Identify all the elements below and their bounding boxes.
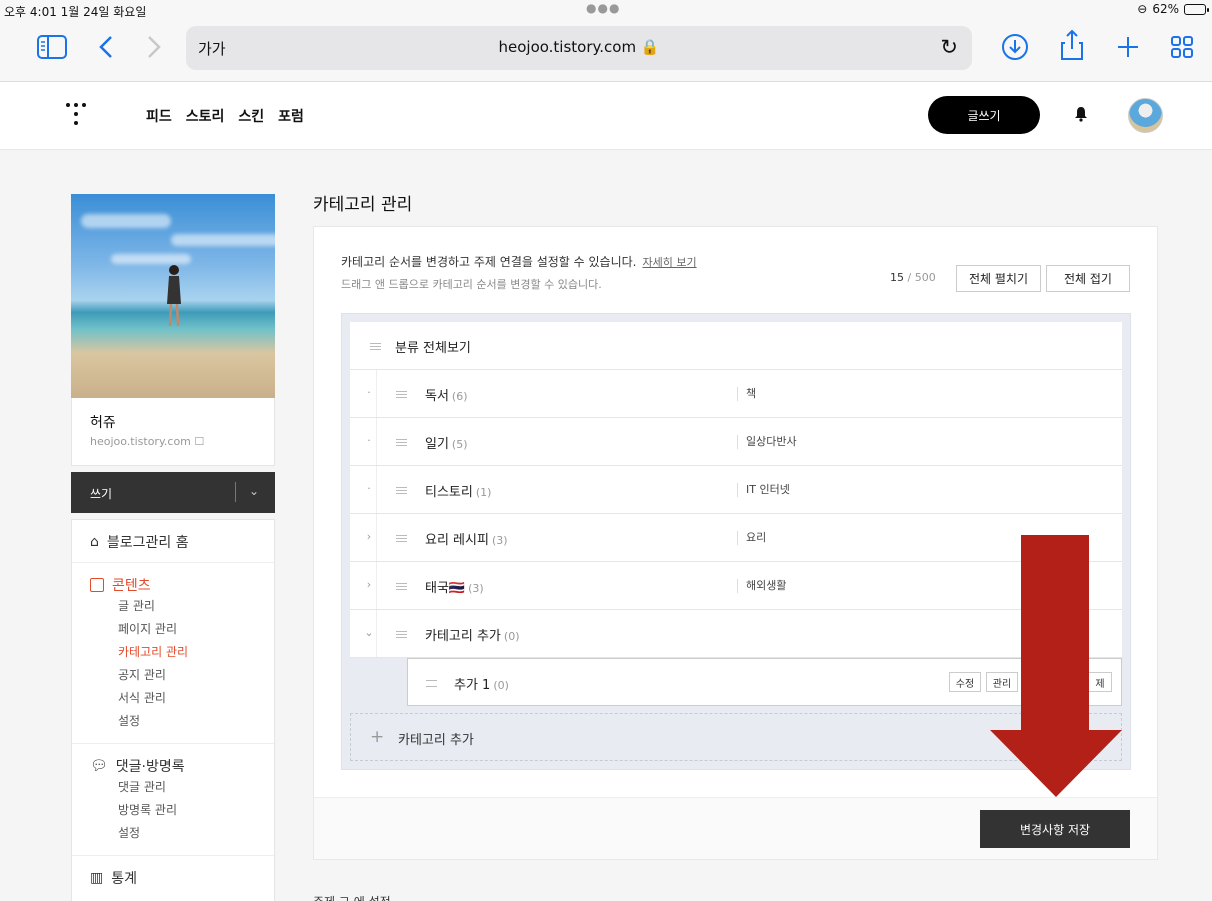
- toggle-icon[interactable]: ·: [363, 482, 375, 495]
- chevron-down-icon[interactable]: ⌄: [363, 626, 375, 639]
- drag-handle-icon[interactable]: [396, 631, 407, 638]
- tabs-overview-icon[interactable]: [1168, 32, 1196, 62]
- blog-domain-link[interactable]: heojoo.tistory.com ☐: [90, 435, 274, 448]
- page-title: 카테고리 관리: [313, 195, 413, 215]
- drag-handle-icon[interactable]: [396, 487, 407, 494]
- sidebar-toggle-icon[interactable]: [36, 34, 68, 60]
- edit-button[interactable]: 수정: [949, 672, 981, 692]
- toggle-icon[interactable]: ·: [363, 386, 375, 399]
- category-row-all[interactable]: 분류 전체보기: [350, 322, 1122, 370]
- url-text[interactable]: heojoo.tistory.com 🔒: [186, 38, 972, 56]
- menu-contents[interactable]: 콘텐츠: [90, 575, 274, 595]
- drag-handle-icon[interactable]: [426, 680, 437, 687]
- save-changes-button[interactable]: 변경사항 저장: [980, 810, 1130, 848]
- document-icon: [90, 578, 104, 592]
- nav-skin[interactable]: 스킨: [238, 106, 264, 126]
- category-row[interactable]: · 일기 (5) 일상다반사: [350, 418, 1122, 466]
- category-count: 15 / 500: [890, 271, 936, 284]
- topic-label: 일상다반사: [737, 435, 797, 449]
- topic-label: 책: [737, 387, 756, 401]
- admin-sidebar: 허쥬 heojoo.tistory.com ☐ 쓰기 ⌄ ⌂ 블로그관리 홈 콘텐…: [71, 194, 275, 901]
- topic-label: 요리: [737, 531, 766, 545]
- battery-percent: 62%: [1152, 2, 1179, 16]
- back-icon[interactable]: [96, 34, 116, 60]
- drag-handle-icon[interactable]: [396, 391, 407, 398]
- bell-icon[interactable]: [1074, 106, 1088, 122]
- category-row[interactable]: · 티스토리 (1) IT 인터넷: [350, 466, 1122, 514]
- battery-indicator: ⊖ 62%: [1137, 2, 1209, 16]
- admin-menu: ⌂ 블로그관리 홈 콘텐츠 글 관리 페이지 관리 카테고리 관리 공지 관리 서…: [71, 519, 275, 901]
- tistory-logo-icon[interactable]: [66, 99, 92, 129]
- menu-comment-manage[interactable]: 댓글 관리: [90, 776, 274, 799]
- forward-icon[interactable]: [144, 34, 164, 60]
- new-tab-icon[interactable]: [1114, 32, 1142, 62]
- menu-contents-settings[interactable]: 설정: [90, 710, 274, 733]
- next-section-title: 주제 그 에 설정: [313, 893, 391, 901]
- topic-label: 해외생활: [737, 579, 786, 593]
- avatar[interactable]: [1128, 98, 1163, 133]
- menu-section-contents: 콘텐츠 글 관리 페이지 관리 카테고리 관리 공지 관리 서식 관리 설정: [72, 563, 274, 744]
- menu-guestbook-manage[interactable]: 방명록 관리: [90, 799, 274, 822]
- menu-notice-manage[interactable]: 공지 관리: [90, 664, 274, 687]
- menu-template-manage[interactable]: 서식 관리: [90, 687, 274, 710]
- nav-forum[interactable]: 포럼: [278, 106, 304, 126]
- menu-section-comments: 💬︎ 댓글·방명록 댓글 관리 방명록 관리 설정: [72, 744, 274, 856]
- topic-label: [737, 627, 745, 641]
- expand-all-button[interactable]: 전체 펼치기: [956, 265, 1041, 292]
- orientation-lock-icon: ⊖: [1137, 2, 1148, 16]
- menu-section-stats: ▥ 통계: [72, 856, 274, 898]
- reload-icon[interactable]: ↻: [940, 35, 958, 59]
- browser-toolbar: 가가 heojoo.tistory.com 🔒 ↻: [0, 20, 1212, 82]
- multitask-dots[interactable]: ●●●: [586, 1, 620, 15]
- menu-comments[interactable]: 💬︎ 댓글·방명록: [90, 756, 274, 776]
- nav-feed[interactable]: 피드: [146, 106, 172, 126]
- sidebar-write-label: 쓰기: [90, 487, 113, 501]
- collapse-all-button[interactable]: 전체 접기: [1046, 265, 1130, 292]
- category-description: 카테고리 순서를 변경하고 주제 연결을 설정할 수 있습니다. 자세히 보기: [341, 255, 697, 269]
- topic-label: IT 인터넷: [737, 483, 790, 497]
- menu-comment-settings[interactable]: 설정: [90, 822, 274, 845]
- drag-hint: 드래그 앤 드롭으로 카테고리 순서를 변경할 수 있습니다.: [341, 278, 602, 291]
- status-time: 오후 4:01 1월 24일 화요일: [4, 5, 147, 19]
- battery-icon: [1184, 3, 1209, 15]
- sidebar-write-button[interactable]: 쓰기 ⌄: [71, 472, 275, 513]
- profile-photo: [71, 194, 275, 398]
- write-post-button[interactable]: 글쓰기: [928, 96, 1040, 134]
- menu-section-home: ⌂ 블로그관리 홈: [72, 520, 274, 563]
- drag-handle-icon[interactable]: [396, 439, 407, 446]
- plus-icon: +: [370, 727, 385, 747]
- toggle-icon[interactable]: ·: [363, 434, 375, 447]
- home-icon: ⌂: [90, 534, 99, 550]
- chevron-right-icon[interactable]: ›: [363, 578, 375, 591]
- chevron-down-icon[interactable]: ⌄: [249, 484, 259, 498]
- panel-footer: 변경사항 저장: [314, 797, 1157, 859]
- speech-bubble-icon: 💬︎: [90, 758, 108, 774]
- download-icon[interactable]: [1000, 32, 1030, 62]
- blog-owner-name: 허쥬: [90, 415, 116, 431]
- share-icon[interactable]: [1058, 28, 1086, 62]
- chevron-right-icon[interactable]: ›: [363, 530, 375, 543]
- menu-category-manage[interactable]: 카테고리 관리: [90, 641, 274, 664]
- drag-handle-icon[interactable]: [370, 343, 381, 350]
- address-bar[interactable]: 가가 heojoo.tistory.com 🔒 ↻: [186, 26, 972, 70]
- annotation-arrow: [990, 535, 1122, 797]
- profile-card: 허쥬 heojoo.tistory.com ☐: [71, 398, 275, 466]
- menu-page-manage[interactable]: 페이지 관리: [90, 618, 274, 641]
- drag-handle-icon[interactable]: [396, 535, 407, 542]
- learn-more-link[interactable]: 자세히 보기: [642, 256, 696, 269]
- site-header: 피드 스토리 스킨 포럼 글쓰기: [0, 82, 1212, 150]
- nav-story[interactable]: 스토리: [186, 106, 225, 126]
- person-figure: [165, 264, 183, 328]
- bar-chart-icon: ▥: [90, 870, 104, 886]
- menu-blog-home[interactable]: ⌂ 블로그관리 홈: [90, 532, 274, 552]
- menu-post-manage[interactable]: 글 관리: [90, 595, 274, 618]
- category-row[interactable]: · 독서 (6) 책: [350, 370, 1122, 418]
- menu-stats[interactable]: ▥ 통계: [90, 868, 274, 888]
- status-bar: 오후 4:01 1월 24일 화요일 ●●● ⊖ 62%: [0, 0, 1212, 20]
- drag-handle-icon[interactable]: [396, 583, 407, 590]
- main-nav: 피드 스토리 스킨 포럼: [146, 106, 304, 126]
